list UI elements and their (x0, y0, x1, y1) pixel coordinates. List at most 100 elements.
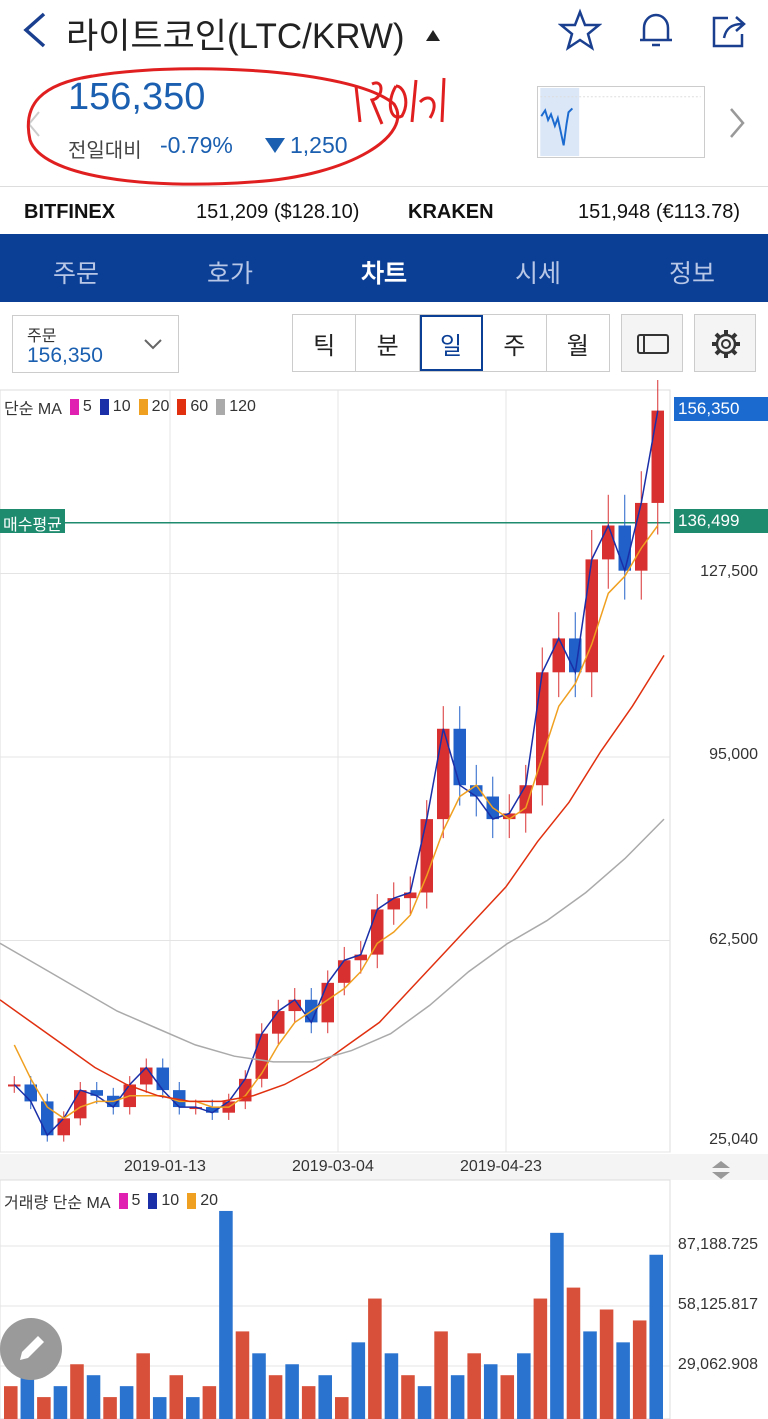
volume-bar (335, 1397, 349, 1419)
candle-body (618, 525, 631, 571)
price-level-2: 95,000 (709, 746, 758, 763)
candle-body (552, 638, 565, 673)
pencil-icon (20, 1336, 44, 1360)
main-tabs: 주문 호가 차트 시세 정보 (0, 234, 768, 528)
order-selector-value: 156,350 (27, 344, 103, 367)
period-week-button[interactable]: 주 (483, 315, 547, 371)
ma120-swatch (216, 399, 226, 415)
draw-button[interactable] (0, 1318, 62, 1380)
chevron-right-icon[interactable] (726, 106, 748, 140)
bitfinex-name: BITFINEX (24, 201, 116, 223)
volume-bar (285, 1364, 299, 1419)
volume-bar (384, 1353, 399, 1419)
kraken-value: 151,948 (€113.78) (578, 201, 740, 223)
layout-toggle-button[interactable] (621, 314, 683, 372)
volume-bar (202, 1386, 217, 1419)
volume-bar (37, 1397, 51, 1419)
period-day-button[interactable]: 일 (419, 315, 484, 371)
resize-handle-icon[interactable] (708, 1160, 734, 1180)
volume-bar (533, 1298, 548, 1419)
tab-chart[interactable]: 차트 (334, 254, 434, 290)
ma-legend-label: 단순 MA (4, 401, 62, 418)
chevron-down-icon (144, 339, 162, 350)
candle-body (156, 1067, 169, 1091)
tab-order[interactable]: 주문 (26, 254, 126, 290)
candle-body (635, 502, 648, 571)
page-title[interactable]: 라이트코인(LTC/KRW) (66, 8, 405, 59)
bell-icon[interactable] (634, 8, 678, 52)
volume-bar (401, 1375, 415, 1419)
order-selector[interactable]: 주문 156,350 (12, 315, 179, 373)
volume-legend: 거래량 단순 MA 5 10 20 (4, 1189, 218, 1213)
tab-market[interactable]: 시세 (488, 254, 588, 290)
volume-bar (136, 1353, 150, 1419)
price-level-4: 25,040 (709, 1131, 758, 1148)
bitfinex-value: 151,209 ($128.10) (196, 201, 360, 223)
date-label-1: 2019-01-13 (124, 1158, 206, 1175)
volume-bar (70, 1364, 84, 1419)
volume-bar (252, 1353, 266, 1419)
candle-body (420, 819, 433, 893)
price-level-1: 127,500 (700, 563, 758, 580)
ma5-label: 5 (82, 398, 92, 415)
avg-price-label: 매수평균 (0, 509, 65, 534)
sparkline-chart[interactable] (537, 86, 705, 158)
volume-bar (550, 1232, 564, 1419)
avg-price-tag: 136,499 (674, 509, 768, 533)
volume-bar (20, 1375, 35, 1419)
candle-body (519, 785, 532, 814)
volume-bar (566, 1287, 581, 1419)
star-icon[interactable] (558, 8, 602, 52)
candle-body (371, 909, 384, 955)
period-minute-button[interactable]: 분 (356, 315, 420, 371)
handwritten-annotation (26, 67, 400, 186)
volume-bar (417, 1386, 432, 1419)
volume-bar (450, 1375, 465, 1419)
ma5-swatch (69, 399, 79, 415)
volume-bar (616, 1342, 630, 1419)
dropdown-caret-icon[interactable] (426, 30, 440, 41)
ma10-swatch (99, 399, 109, 415)
settings-button[interactable] (694, 314, 756, 372)
price-level-3: 62,500 (709, 931, 758, 948)
period-selector: 틱 분 일 주 월 (292, 314, 610, 372)
volume-level-2: 58,125.817 (677, 1296, 758, 1313)
tab-info[interactable]: 정보 (642, 254, 742, 290)
vol-ma20-swatch (187, 1193, 197, 1209)
candle-body (387, 898, 400, 910)
ma60-label: 60 (190, 398, 209, 415)
vol-ma10-label: 10 (161, 1192, 180, 1209)
volume-bar (318, 1375, 332, 1419)
period-month-button[interactable]: 월 (547, 315, 609, 371)
ma20-swatch (138, 399, 148, 415)
vol-ma5-label: 5 (131, 1192, 141, 1209)
volume-bar (599, 1309, 614, 1419)
candlestick-chart[interactable] (0, 380, 768, 1419)
ma120-label: 120 (229, 398, 256, 415)
volume-bar (152, 1397, 167, 1419)
order-selector-label: 주문 (27, 328, 57, 345)
candle-body (57, 1118, 70, 1136)
price-panel (0, 389, 671, 1153)
volume-bar (235, 1331, 250, 1419)
kraken-name: KRAKEN (408, 201, 494, 223)
volume-bar (119, 1386, 134, 1419)
handwritten-note (354, 77, 446, 125)
volume-bar (467, 1353, 481, 1419)
back-icon[interactable] (18, 10, 54, 50)
volume-bar (632, 1320, 647, 1419)
vol-ma20-label: 20 (200, 1192, 218, 1209)
period-tick-button[interactable]: 틱 (293, 315, 357, 371)
exchange-prices: BITFINEX 151,209 ($128.10) KRAKEN 151,94… (0, 186, 768, 234)
volume-level-1: 87,188.725 (677, 1236, 758, 1253)
top-header: 라이트코인(LTC/KRW) (0, 0, 768, 60)
share-icon[interactable] (708, 8, 752, 52)
tab-orderbook[interactable]: 호가 (180, 254, 280, 290)
date-label-3: 2019-04-23 (460, 1158, 542, 1175)
volume-bar (500, 1375, 515, 1419)
candle-body (272, 1011, 285, 1034)
volume-bar (351, 1342, 366, 1419)
volume-bar (517, 1353, 531, 1419)
volume-level-3: 29,062.908 (677, 1356, 758, 1373)
vol-ma5-swatch (118, 1193, 128, 1209)
